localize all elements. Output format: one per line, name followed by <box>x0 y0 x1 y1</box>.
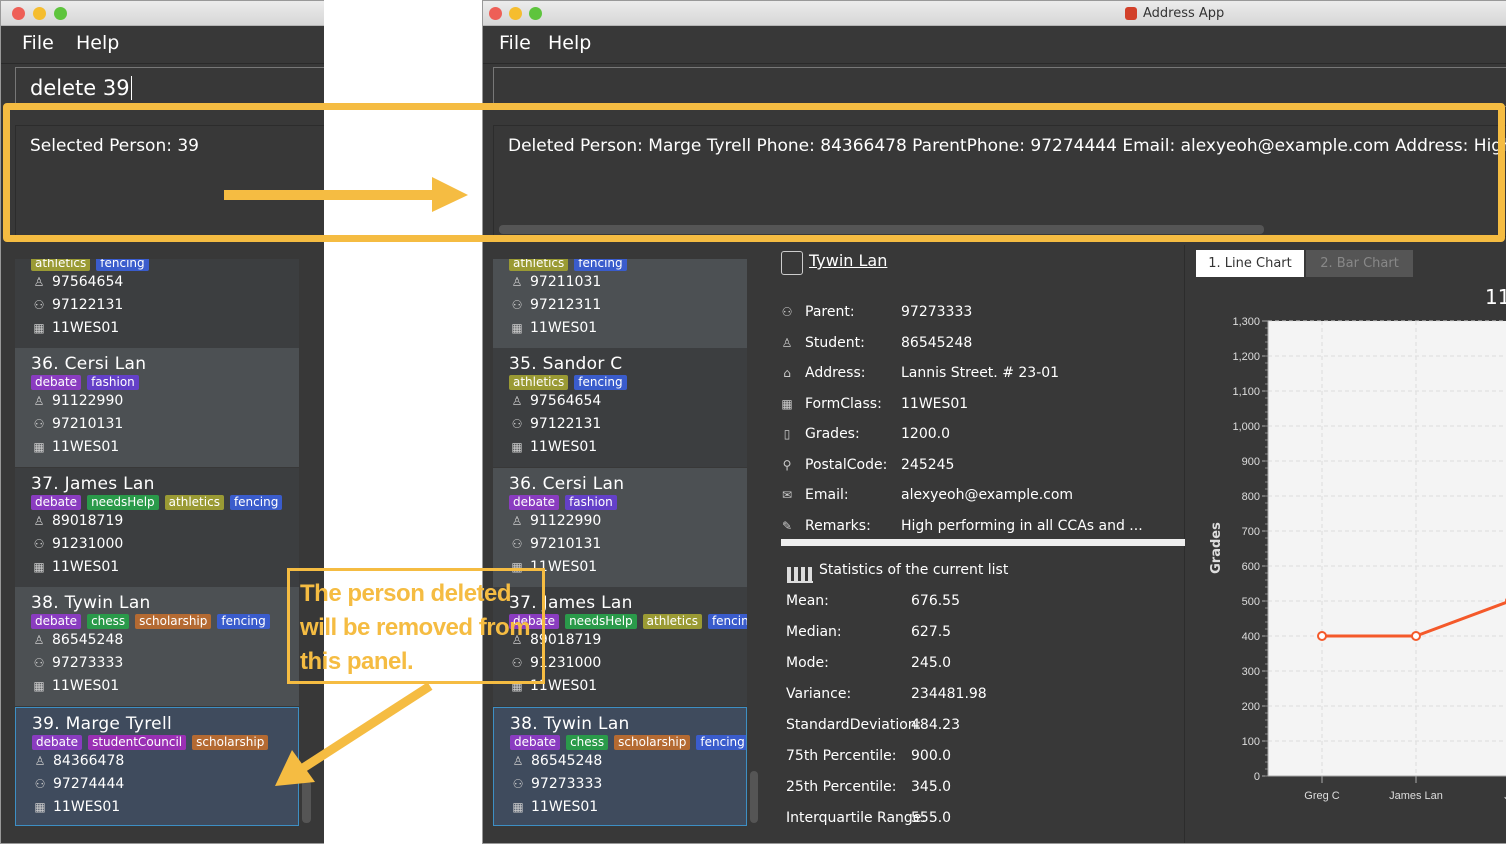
annotation-arrows <box>224 177 468 786</box>
arrow-right-icon <box>224 177 468 212</box>
callout-text: The person deleted will be removed from … <box>300 580 531 675</box>
arrow-down-left-icon <box>275 682 433 786</box>
annotation-callout: The person deleted will be removed from … <box>287 568 545 684</box>
